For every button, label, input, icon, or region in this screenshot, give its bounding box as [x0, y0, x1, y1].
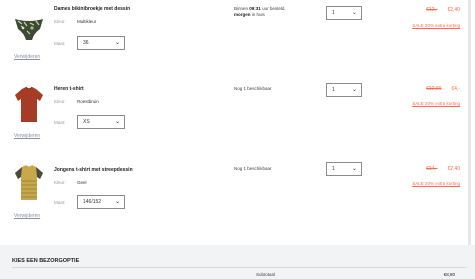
chevron-down-icon: ⌄ [114, 40, 120, 46]
chevron-down-icon: ⌄ [351, 87, 357, 93]
old-price: €12,- [426, 7, 438, 13]
price: €12,- €2,40 [426, 7, 460, 13]
remove-link[interactable]: Verwijderen [14, 133, 40, 139]
color-value: Roestbruin [77, 99, 99, 104]
quantity-value: 1 [332, 87, 335, 93]
color-label: Kleur: [54, 99, 66, 104]
new-price: €2,40 [447, 166, 460, 172]
quantity-value: 1 [332, 10, 335, 16]
price: €14,- €2,40 [426, 166, 460, 172]
remove-link[interactable]: Verwijderen [14, 54, 40, 60]
size-label: Maat: [54, 200, 66, 205]
delivery-time: 09:31 [249, 6, 261, 11]
cart-item: Verwijderen Jongens t-shirt met streepde… [0, 158, 475, 238]
delivery-footer: KIES EEN BEZORGOPTIE Subtotaal €8,80 [0, 245, 475, 279]
old-price: €14,- [426, 166, 438, 172]
delivery-info: Binnen 09:31 uur besteld, morgen in huis [234, 6, 286, 18]
product-image[interactable] [12, 163, 46, 203]
delivery-rest: in huis [251, 12, 265, 18]
color-label: Kleur: [54, 19, 66, 24]
new-price: €2,40 [447, 7, 460, 13]
cart-item: Verwijderen Heren t-shirt Kleur: Roestbr… [0, 79, 475, 159]
old-price: €12,99 [426, 86, 442, 92]
size-select[interactable]: 146/152 ⌄ [77, 195, 125, 209]
product-name[interactable]: Dames bikinibroekje met dessin [54, 6, 130, 12]
subtotal-label: Subtotaal [256, 272, 276, 277]
product-name[interactable]: Jongens t-shirt met streepdessin [54, 167, 133, 173]
product-image[interactable] [12, 7, 46, 47]
quantity-select[interactable]: 1 ⌄ [326, 162, 362, 176]
availability: Nog 1 beschikbaar [234, 166, 272, 171]
product-image[interactable] [12, 85, 46, 125]
product-name[interactable]: Heren t-shirt [54, 86, 84, 92]
scrollbar[interactable] [468, 0, 471, 245]
quantity-value: 1 [332, 166, 335, 172]
delivery-day: morgen [234, 12, 251, 18]
size-select[interactable]: XS ⌄ [77, 115, 125, 129]
size-label: Maat: [54, 41, 66, 46]
chevron-down-icon: ⌄ [114, 119, 120, 125]
color-value: Multikleur [77, 19, 97, 24]
divider [12, 267, 467, 268]
discount-link[interactable]: SALE 20% extra korting [412, 101, 460, 106]
delivery-suffix: uur besteld, [262, 6, 286, 11]
availability: Nog 1 beschikbaar [234, 86, 272, 91]
size-select[interactable]: 36 ⌄ [77, 36, 125, 50]
chevron-down-icon: ⌄ [351, 166, 357, 172]
size-value: XS [83, 119, 90, 125]
chevron-down-icon: ⌄ [351, 10, 357, 16]
subtotal-value: €8,80 [443, 272, 455, 277]
color-value: Geel [77, 180, 87, 185]
quantity-select[interactable]: 1 ⌄ [326, 6, 362, 20]
cart-item: Verwijderen Dames bikinibroekje met dess… [0, 0, 475, 80]
size-value: 146/152 [83, 199, 102, 205]
quantity-select[interactable]: 1 ⌄ [326, 83, 362, 97]
delivery-prefix: Binnen [234, 6, 249, 11]
price: €12,99 €4,- [426, 86, 460, 92]
discount-link[interactable]: SALE 20% extra korting [412, 181, 460, 186]
size-value: 36 [83, 40, 89, 46]
new-price: €4,- [451, 86, 460, 92]
remove-link[interactable]: Verwijderen [14, 213, 40, 219]
discount-link[interactable]: SALE 20% extra korting [412, 23, 460, 28]
color-label: Kleur: [54, 180, 66, 185]
chevron-down-icon: ⌄ [114, 199, 120, 205]
size-label: Maat: [54, 120, 66, 125]
delivery-option-title: KIES EEN BEZORGOPTIE [12, 258, 80, 264]
